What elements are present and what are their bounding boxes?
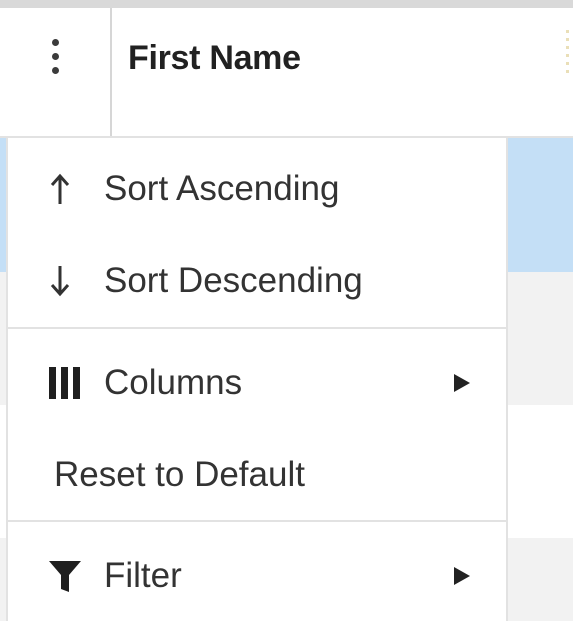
- grid-top-border: [0, 0, 573, 8]
- menu-item-label: Sort Descending: [104, 261, 363, 300]
- menu-item-label: Filter: [104, 556, 182, 595]
- arrow-down-icon: [48, 263, 72, 299]
- column-header-row: First Name: [0, 8, 573, 138]
- menu-separator: [8, 520, 506, 522]
- menu-item-sort-descending[interactable]: Sort Descending: [8, 235, 506, 327]
- menu-item-columns[interactable]: Columns: [8, 337, 506, 429]
- submenu-arrow-icon: [454, 567, 470, 585]
- filter-icon: [48, 558, 82, 594]
- kebab-dot: [51, 52, 59, 60]
- column-header-first-name[interactable]: First Name: [128, 39, 301, 78]
- menu-separator: [8, 327, 506, 329]
- submenu-arrow-icon: [454, 374, 470, 392]
- menu-item-label: Columns: [104, 363, 243, 402]
- columns-icon: [48, 365, 82, 401]
- menu-item-reset-to-default[interactable]: Reset to Default: [8, 429, 506, 521]
- kebab-dot: [51, 38, 59, 46]
- column-divider[interactable]: [110, 8, 112, 136]
- arrow-up-icon: [48, 171, 72, 207]
- column-resize-handle[interactable]: [566, 30, 569, 76]
- kebab-menu-icon[interactable]: [30, 26, 80, 86]
- menu-item-label: Reset to Default: [54, 455, 305, 494]
- data-grid: First Name Sort Ascending Sort Descendin…: [0, 0, 573, 621]
- menu-item-sort-ascending[interactable]: Sort Ascending: [8, 143, 506, 235]
- kebab-dot: [51, 66, 59, 74]
- column-context-menu: Sort Ascending Sort Descending Columns R…: [6, 136, 508, 621]
- menu-item-filter[interactable]: Filter: [8, 530, 506, 621]
- menu-item-label: Sort Ascending: [104, 169, 340, 208]
